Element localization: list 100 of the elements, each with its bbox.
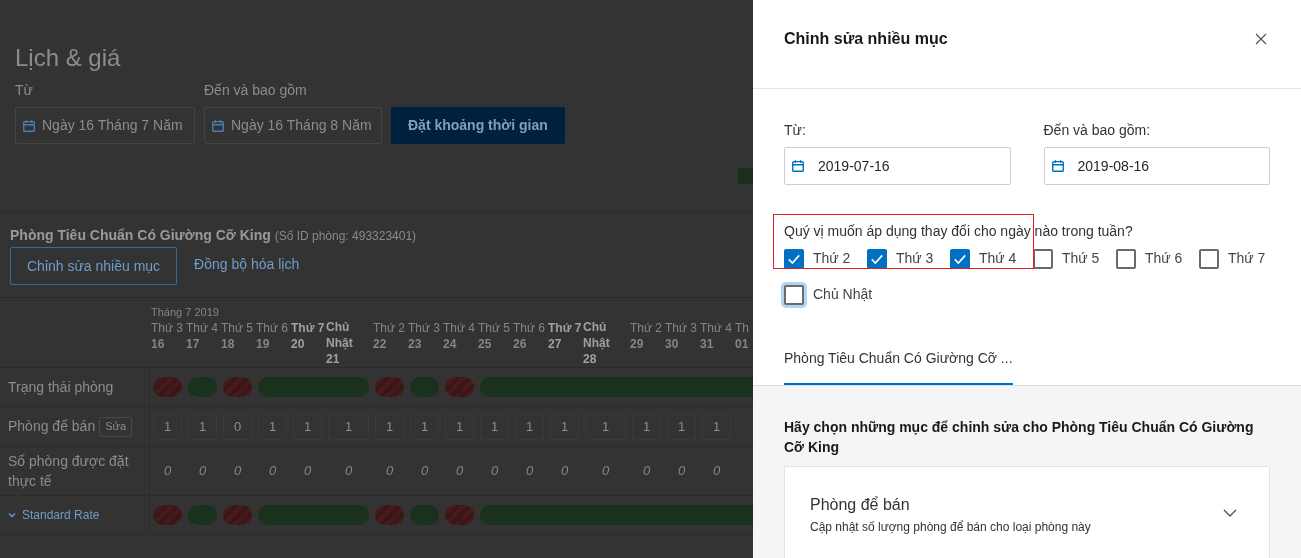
weekday-label: Thứ 7 [291, 320, 325, 336]
calendar-icon [791, 159, 805, 173]
checkbox-label: Thứ 7 [1228, 249, 1266, 268]
checkbox[interactable] [784, 248, 804, 269]
weekday-label: Thứ 6 [256, 320, 289, 336]
weekday-label: Thứ 3 [665, 320, 698, 336]
field-label: Đến và bao gồm [204, 81, 308, 100]
date-label: 20 [291, 336, 306, 352]
date-label: 18 [221, 336, 236, 352]
checkbox[interactable] [1199, 248, 1219, 269]
date-label: 28 [583, 351, 598, 367]
checkbox-label: Thứ 6 [1145, 249, 1183, 268]
close-icon[interactable] [1255, 32, 1269, 46]
booked-count: 0 [385, 462, 394, 481]
date-field[interactable]: Ngày 16 Tháng 7 Năm [15, 107, 195, 144]
date-label: 30 [665, 336, 680, 352]
weekday-label: Thứ 6 [513, 320, 546, 336]
edit-multiple-button[interactable]: Chỉnh sửa nhiều mục [10, 247, 178, 285]
checkbox-label: Chủ Nhật [813, 285, 873, 304]
sync-calendar-link[interactable]: Đồng bộ hóa lịch [194, 253, 300, 275]
weekday-label: Thứ 4 [700, 320, 733, 336]
checkbox-label: Thứ 4 [979, 249, 1017, 268]
row-label: Số phòng được đặt thực tế [8, 452, 130, 491]
booked-count: 0 [303, 462, 312, 481]
weekday-label: Thứ 2 [373, 320, 406, 336]
checkbox[interactable] [1116, 248, 1136, 269]
booked-count: 0 [233, 462, 242, 481]
checkbox-label: Thứ 2 [813, 249, 851, 268]
date-label: 27 [548, 336, 563, 352]
rooms-input[interactable]: 1 [445, 413, 474, 440]
booked-count: 0 [642, 462, 651, 481]
date-label: 16 [151, 336, 166, 352]
room-title: Phòng Tiêu Chuẩn Có Giường Cỡ King (Số ID phòng: 493323401) [10, 226, 418, 245]
rooms-input[interactable]: 1 [293, 413, 322, 440]
edit-button[interactable]: Sửa [99, 416, 133, 437]
rooms-input[interactable]: 1 [667, 413, 696, 440]
section-heading: Hãy chọn những mục để chỉnh sửa cho Phòng Tiêu Chuẩn Có Giường Cỡ King [784, 418, 1255, 457]
rooms-input[interactable]: 1 [550, 413, 579, 440]
booked-count: 0 [525, 462, 534, 481]
rooms-input[interactable]: 1 [515, 413, 544, 440]
rooms-input[interactable]: 1 [375, 413, 404, 440]
field-label: Từ [15, 81, 34, 100]
date-field[interactable]: 2019-07-16 [784, 147, 1011, 185]
option-description: Cập nhật số lượng phòng để bán cho loại phòng này [810, 519, 1091, 536]
checkbox[interactable] [950, 248, 970, 269]
rooms-input[interactable]: 1 [480, 413, 509, 440]
rooms-input[interactable]: 1 [258, 413, 287, 440]
field-label: Đến và bao gồm: [1043, 121, 1152, 140]
booked-count: 0 [712, 462, 721, 481]
booked-count: 0 [198, 462, 207, 481]
page-title: Lịch & giá [15, 43, 122, 73]
weekday-label: Th [735, 320, 749, 336]
calendar-icon [1050, 159, 1065, 173]
date-label: 21 [326, 351, 341, 367]
chevron-down-icon[interactable] [8, 511, 16, 519]
date-label: 29 [630, 336, 645, 352]
weekday-label: Thứ 3 [151, 320, 184, 336]
weekday-label: Thứ 5 [221, 320, 254, 336]
date-label: 23 [408, 336, 423, 352]
row-label: Phòng để bán [8, 417, 96, 436]
date-label: 19 [256, 336, 271, 352]
field-label: Từ: [784, 121, 807, 140]
month-label: Tháng 7 2019 [151, 305, 219, 320]
date-label: 22 [373, 336, 388, 352]
question-text: Quý vị muốn áp dụng thay đổi cho ngày nào trong tuần? [784, 222, 1134, 241]
rooms-input[interactable]: 1 [632, 413, 661, 440]
set-period-button[interactable]: Đặt khoảng thời gian [391, 107, 565, 144]
rooms-input[interactable]: 0 [223, 413, 252, 440]
weekday-label: Thứ 5 [478, 320, 511, 336]
weekday-label: Thứ 3 [408, 320, 441, 336]
date-field[interactable]: Ngày 16 Tháng 8 Năm [204, 107, 382, 144]
rooms-input[interactable]: 1 [153, 413, 182, 440]
date-label: 01 [735, 336, 750, 352]
weekday-label: Chủ Nhật [326, 319, 354, 351]
legend-swatch [738, 168, 753, 184]
option-title: Phòng để bán [810, 495, 911, 515]
rooms-input[interactable]: 1 [410, 413, 439, 440]
date-field[interactable]: 2019-08-16 [1043, 147, 1270, 185]
rooms-input[interactable]: 1 [188, 413, 217, 440]
calendar-icon [22, 118, 36, 133]
weekday-label: Thứ 7 [548, 320, 582, 336]
date-label: 25 [478, 336, 493, 352]
checkbox[interactable] [867, 248, 887, 269]
date-label: 24 [443, 336, 458, 352]
rooms-input[interactable]: 1 [585, 413, 626, 440]
booked-count: 0 [677, 462, 686, 481]
rate-link[interactable]: Standard Rate [22, 506, 100, 524]
booked-count: 0 [268, 462, 277, 481]
checkbox-label: Thứ 3 [896, 249, 934, 268]
checkbox[interactable] [1033, 248, 1053, 269]
row-label: Trạng thái phòng [8, 377, 114, 397]
rooms-input[interactable]: 1 [328, 413, 369, 440]
option-card[interactable]: Phòng để bán Cập nhật số lượng phòng để bán cho loại phòng này [784, 466, 1270, 558]
panel-title: Chỉnh sửa nhiều mục [784, 29, 948, 49]
booked-count: 0 [420, 462, 429, 481]
rooms-input[interactable]: 1 [702, 413, 731, 440]
calendar-icon [211, 118, 225, 133]
booked-count: 0 [163, 462, 172, 481]
booked-count: 0 [455, 462, 464, 481]
checkbox[interactable] [784, 284, 804, 305]
